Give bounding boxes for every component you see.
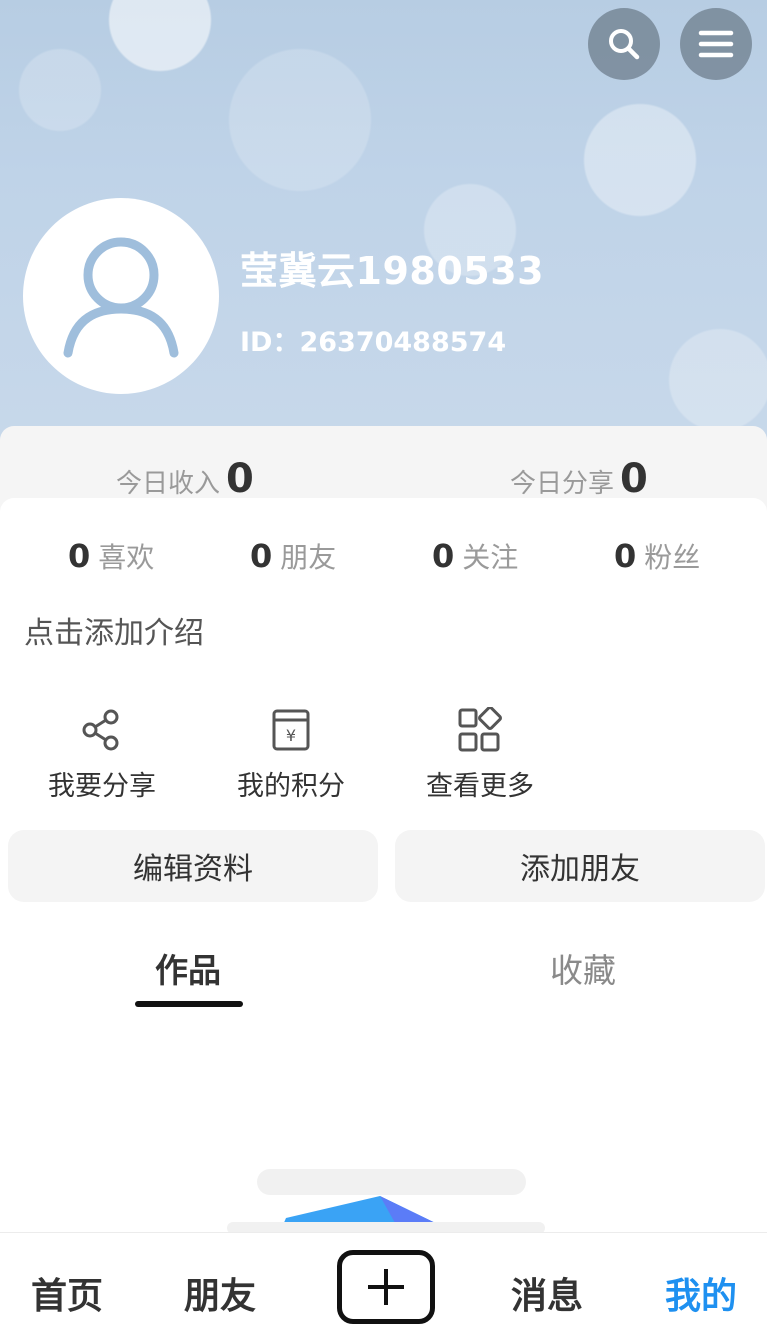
count-number: 0 [250,537,273,575]
count-label: 粉丝 [644,541,701,574]
count-number: 0 [614,537,637,575]
today-share-value: 0 [620,456,648,502]
today-income: 今日收入 0 [116,456,254,502]
points-action[interactable]: ¥ 我的积分 [216,706,366,803]
edit-profile-button[interactable]: 编辑资料 [8,830,378,902]
nav-me[interactable]: 我的 [665,1267,737,1319]
points-action-label: 我的积分 [237,771,345,802]
today-share: 今日分享 0 [510,456,648,502]
active-tab-indicator [135,1001,243,1007]
bottom-navigation: 首页 朋友 消息 我的 [0,1232,767,1326]
share-action[interactable]: 我要分享 [27,706,177,803]
search-button[interactable] [588,8,660,80]
points-icon: ¥ [272,709,310,751]
menu-icon [698,30,734,58]
count-friends[interactable]: 0 朋友 [250,536,336,576]
count-following[interactable]: 0 关注 [432,536,518,576]
count-label: 关注 [462,541,519,574]
tab-favorites[interactable]: 收藏 [550,944,616,992]
create-post-button[interactable] [337,1250,435,1324]
tab-works[interactable]: 作品 [155,944,221,992]
share-icon [82,709,119,751]
count-number: 0 [68,537,91,575]
add-friend-button[interactable]: 添加朋友 [395,830,765,902]
add-intro-link[interactable]: 点击添加介绍 [24,608,204,652]
nav-home[interactable]: 首页 [31,1267,103,1319]
svg-text:¥: ¥ [286,726,296,745]
more-apps-icon [458,707,502,752]
today-income-label: 今日收入 [116,469,221,499]
menu-button[interactable] [680,8,752,80]
nav-friends[interactable]: 朋友 [184,1267,256,1319]
plus-icon [368,1269,404,1305]
placeholder-bar [257,1169,526,1195]
share-action-label: 我要分享 [48,771,156,802]
count-label: 喜欢 [98,541,155,574]
avatar[interactable] [23,198,219,394]
more-action[interactable]: 查看更多 [405,706,555,803]
today-income-value: 0 [226,456,254,502]
count-label: 朋友 [280,541,337,574]
user-id: ID：26370488574 [240,327,507,358]
today-share-label: 今日分享 [510,469,615,499]
user-avatar-icon [63,237,179,358]
count-number: 0 [432,537,455,575]
count-likes[interactable]: 0 喜欢 [68,536,154,576]
more-action-label: 查看更多 [426,771,534,802]
count-fans[interactable]: 0 粉丝 [614,536,700,576]
username: 莹冀云1980533 [240,249,545,293]
nav-messages[interactable]: 消息 [511,1267,583,1319]
search-icon [609,29,640,60]
